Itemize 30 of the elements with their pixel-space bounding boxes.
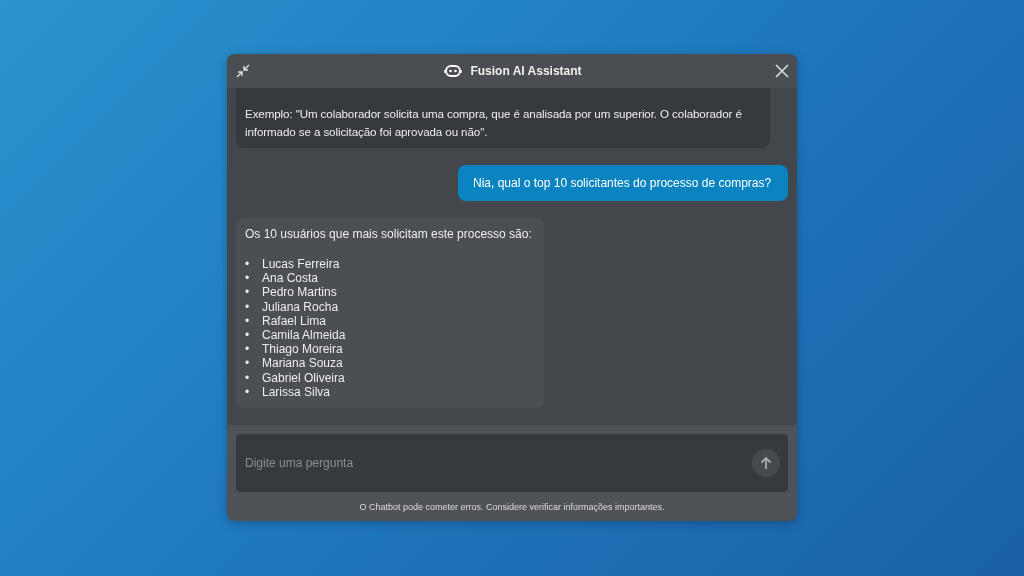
assistant-message: Exemplo: "Um colaborador solicita uma compra, que é analisada por um superior. O colaborador é informado se a solicitação foi aprovada ou não". (236, 88, 770, 148)
list-item: Rafael Lima (262, 313, 327, 328)
bullet: • (245, 342, 251, 357)
bullet: • (245, 257, 251, 272)
list-item: Pedro Martins (262, 285, 337, 300)
list-item: Gabriel Oliveira (262, 370, 345, 385)
close-icon[interactable] (775, 64, 789, 78)
list-item: Lucas Ferreira (262, 257, 340, 272)
message-text: Os 10 usuários que mais solicitam este processo são: (245, 227, 532, 241)
bullet: • (245, 370, 251, 385)
disclaimer-text: O Chatbot pode cometer erros. Considere verificar informações importantes. (358, 501, 666, 514)
list-item: Juliana Rocha (262, 299, 339, 314)
send-button[interactable] (752, 449, 780, 477)
bullet: • (245, 299, 251, 314)
bullet: • (245, 271, 251, 286)
list-item: Larissa Silva (262, 384, 331, 400)
bullet: • (245, 313, 251, 328)
bullet: • (245, 356, 251, 371)
robot-icon (444, 64, 463, 78)
list-item: Camila Almeida (262, 328, 346, 343)
bullet: • (245, 285, 251, 300)
collapse-icon[interactable] (235, 63, 251, 79)
bullet: • (245, 328, 251, 343)
user-message: Nia, qual o top 10 solicitantes do processo de compras? (458, 165, 788, 201)
list-item: Thiago Moreira (262, 342, 343, 357)
window-title: Fusion AI Assistant (470, 64, 582, 78)
list-item: Mariana Souza (262, 356, 343, 371)
bullet: • (245, 384, 251, 400)
list-item: Ana Costa (262, 271, 319, 286)
up-arrow-icon (760, 456, 772, 470)
